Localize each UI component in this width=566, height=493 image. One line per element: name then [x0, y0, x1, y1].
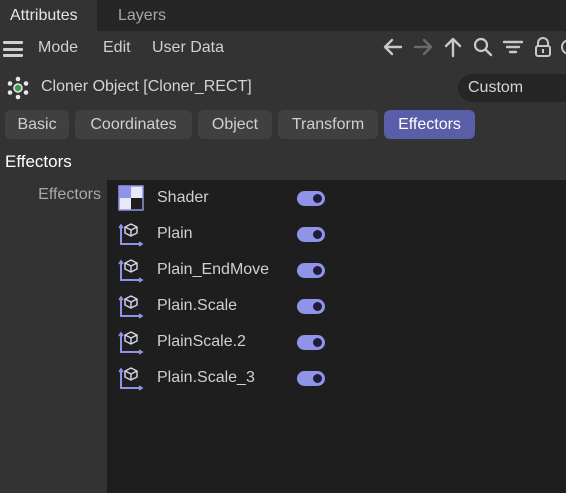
- list-item[interactable]: Shader: [107, 180, 566, 216]
- effector-enable-toggle[interactable]: [297, 335, 325, 350]
- hamburger-menu-icon[interactable]: [3, 41, 23, 57]
- effector-enable-toggle[interactable]: [297, 299, 325, 314]
- tab-basic[interactable]: Basic: [5, 110, 69, 139]
- plain-effector-icon: [118, 223, 144, 247]
- list-item[interactable]: Plain.Scale_3: [107, 360, 566, 396]
- arrow-left-icon[interactable]: [382, 36, 404, 58]
- menu-mode[interactable]: Mode: [38, 39, 78, 57]
- tab-transform[interactable]: Transform: [278, 110, 378, 139]
- effector-enable-toggle[interactable]: [297, 227, 325, 242]
- list-item[interactable]: Plain_EndMove: [107, 252, 566, 288]
- effector-name: Plain_EndMove: [157, 261, 270, 278]
- search-icon[interactable]: [472, 36, 494, 58]
- effector-name: Plain: [157, 225, 193, 242]
- section-title: Effectors: [5, 152, 72, 171]
- tab-object[interactable]: Object: [198, 110, 272, 139]
- mode-dropdown[interactable]: Custom: [458, 74, 566, 102]
- effector-name: Plain.Scale_3: [157, 369, 255, 386]
- plain-effector-icon: [118, 259, 144, 283]
- effector-enable-toggle[interactable]: [297, 263, 325, 278]
- panel-tab-bar: Attributes Layers: [0, 0, 566, 31]
- menu-user-data[interactable]: User Data: [152, 39, 224, 57]
- tab-attributes[interactable]: Attributes: [0, 0, 97, 31]
- effector-enable-toggle[interactable]: [297, 371, 325, 386]
- effector-name: Plain.Scale: [157, 297, 238, 314]
- shader-effector-icon: [118, 185, 144, 211]
- list-item[interactable]: Plain: [107, 216, 566, 252]
- effectors-list[interactable]: Shader Plain Plain_EndMove Plain.Scale P…: [107, 180, 566, 493]
- arrow-up-icon[interactable]: [442, 36, 464, 58]
- cloner-icon: [7, 76, 29, 100]
- tab-effectors[interactable]: Effectors: [384, 110, 475, 139]
- circle-icon[interactable]: [558, 36, 566, 58]
- tab-layers[interactable]: Layers: [108, 0, 176, 31]
- filter-icon[interactable]: [502, 36, 524, 58]
- menu-edit[interactable]: Edit: [103, 39, 131, 57]
- plain-effector-icon: [118, 295, 144, 319]
- object-header: Cloner Object [Cloner_RECT] Custom: [0, 66, 566, 108]
- effectors-field-label: Effectors: [38, 186, 101, 203]
- tab-coordinates[interactable]: Coordinates: [75, 110, 192, 139]
- arrow-right-icon[interactable]: [412, 36, 434, 58]
- effector-name: Shader: [157, 189, 209, 206]
- effector-name: PlainScale.2: [157, 333, 246, 350]
- plain-effector-icon: [118, 331, 144, 355]
- object-title: Cloner Object [Cloner_RECT]: [41, 78, 252, 95]
- list-item[interactable]: PlainScale.2: [107, 324, 566, 360]
- list-item[interactable]: Plain.Scale: [107, 288, 566, 324]
- effector-enable-toggle[interactable]: [297, 191, 325, 206]
- lock-icon[interactable]: [532, 36, 554, 58]
- plain-effector-icon: [118, 367, 144, 391]
